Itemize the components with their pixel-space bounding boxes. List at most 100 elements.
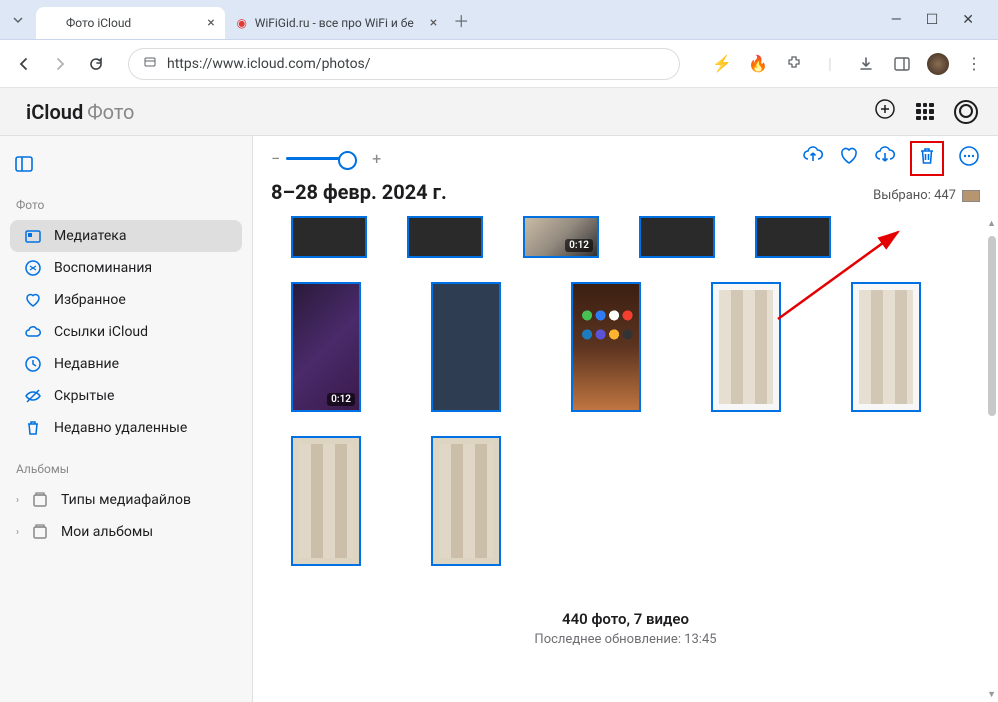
- sidebar-item-my-albums[interactable]: › Мои альбомы: [10, 516, 242, 548]
- library-icon: [24, 227, 42, 245]
- selection-thumb: [962, 190, 980, 202]
- tab-icloud-photos[interactable]: Фото iCloud ×: [36, 7, 225, 39]
- footer-info: 440 фото, 7 видео Последнее обновление: …: [271, 590, 980, 667]
- memories-icon: [24, 259, 42, 277]
- sidebar-label: Недавно удаленные: [54, 420, 187, 436]
- library-count: 440 фото, 7 видео: [271, 610, 980, 628]
- sidebar-item-recently-deleted[interactable]: Недавно удаленные: [10, 412, 242, 444]
- album-icon: [31, 523, 49, 541]
- photo-thumb[interactable]: [291, 436, 361, 566]
- delete-button[interactable]: [910, 141, 944, 176]
- sidebar-label: Ссылки iCloud: [54, 324, 148, 340]
- menu-icon[interactable]: ⋮: [960, 50, 988, 78]
- tab-title: WiFiGid.ru - все про WiFi и бе: [255, 16, 414, 30]
- scroll-thumb[interactable]: [988, 236, 996, 416]
- photo-thumb[interactable]: [291, 216, 367, 258]
- tab-title: Фото iCloud: [66, 16, 131, 30]
- photo-thumb[interactable]: [571, 282, 641, 412]
- ext-icon-1[interactable]: ⚡: [708, 50, 736, 78]
- sidebar-item-hidden[interactable]: Скрытые: [10, 380, 242, 412]
- close-window-button[interactable]: ✕: [962, 12, 974, 28]
- content-area: − + 8–28 февр. 2024 г. Выбрано: 447 0:12: [252, 136, 998, 702]
- app-header: iCloud Фото: [0, 88, 998, 136]
- photo-thumb[interactable]: [407, 216, 483, 258]
- chevron-right-icon: ›: [16, 527, 19, 538]
- divider: |: [816, 50, 844, 78]
- photo-thumb[interactable]: [431, 282, 501, 412]
- sidebar-item-recents[interactable]: Недавние: [10, 348, 242, 380]
- maximize-button[interactable]: ☐: [926, 12, 939, 28]
- content-toolbar: − +: [253, 136, 998, 180]
- video-thumb[interactable]: 0:12: [291, 282, 361, 412]
- video-duration: 0:12: [565, 239, 593, 252]
- sidebar-item-media-types[interactable]: › Типы медиафайлов: [10, 484, 242, 516]
- sidebar-item-favorites[interactable]: Избранное: [10, 284, 242, 316]
- apps-grid-icon[interactable]: [916, 103, 934, 121]
- site-info-icon[interactable]: [143, 55, 157, 73]
- last-updated: Последнее обновление: 13:45: [271, 632, 980, 647]
- clock-icon: [24, 355, 42, 373]
- address-bar[interactable]: https://www.icloud.com/photos/: [128, 48, 680, 80]
- window-controls: — ☐ ✕: [891, 12, 994, 28]
- sidebar-toggle-icon[interactable]: [14, 154, 242, 178]
- more-icon[interactable]: [958, 145, 980, 172]
- sidebar-item-library[interactable]: Медиатека: [10, 220, 242, 252]
- photo-thumb[interactable]: [431, 436, 501, 566]
- reload-button[interactable]: [82, 50, 110, 78]
- forward-button[interactable]: [46, 50, 74, 78]
- sidebar-item-memories[interactable]: Воспоминания: [10, 252, 242, 284]
- ext-icon-2[interactable]: 🔥: [744, 50, 772, 78]
- wifi-favicon: ◉: [235, 16, 249, 30]
- selected-count: Выбрано: 447: [873, 188, 956, 203]
- add-icon[interactable]: [874, 98, 896, 125]
- url-text: https://www.icloud.com/photos/: [167, 56, 371, 72]
- browser-toolbar: https://www.icloud.com/photos/ ⚡ 🔥 | ⋮: [0, 40, 998, 88]
- photo-thumb[interactable]: [711, 282, 781, 412]
- main-area: Фото Медиатека Воспоминания Избранное Сс…: [0, 136, 998, 702]
- zoom-control[interactable]: − +: [271, 149, 381, 168]
- favorite-icon[interactable]: [838, 145, 860, 172]
- account-icon[interactable]: [954, 100, 978, 124]
- zoom-slider[interactable]: [286, 157, 350, 160]
- profile-avatar[interactable]: [924, 50, 952, 78]
- minimize-button[interactable]: —: [891, 12, 902, 28]
- sidebar: Фото Медиатека Воспоминания Избранное Сс…: [0, 136, 252, 702]
- video-thumb[interactable]: 0:12: [523, 216, 599, 258]
- photo-thumb[interactable]: [639, 216, 715, 258]
- photo-grid: 0:12 0:12 440 фото, 7 видео Последнее об…: [253, 216, 998, 702]
- download-icon[interactable]: [874, 145, 896, 172]
- close-tab-icon[interactable]: ×: [420, 15, 437, 31]
- photo-thumb[interactable]: [755, 216, 831, 258]
- sidebar-label: Недавние: [54, 356, 119, 372]
- video-duration: 0:12: [327, 393, 355, 406]
- extensions-icon[interactable]: [780, 50, 808, 78]
- browser-titlebar: Фото iCloud × ◉ WiFiGid.ru - все про WiF…: [0, 0, 998, 40]
- cloud-link-icon: [24, 323, 42, 341]
- download-icon[interactable]: [852, 50, 880, 78]
- content-header: 8–28 февр. 2024 г. Выбрано: 447: [253, 180, 998, 216]
- zoom-out-icon[interactable]: −: [271, 149, 280, 168]
- back-button[interactable]: [10, 50, 38, 78]
- tab-wifigid[interactable]: ◉ WiFiGid.ru - все про WiFi и бе ×: [225, 7, 448, 39]
- sidebar-label: Медиатека: [54, 228, 126, 244]
- new-tab-button[interactable]: ＋: [447, 6, 475, 34]
- sidebar-label: Скрытые: [54, 388, 114, 404]
- chevron-right-icon: ›: [16, 495, 19, 506]
- scrollbar[interactable]: [984, 216, 998, 702]
- zoom-in-icon[interactable]: +: [372, 149, 381, 168]
- sidebar-label: Типы медиафайлов: [61, 492, 191, 508]
- hidden-icon: [24, 387, 42, 405]
- upload-icon[interactable]: [802, 145, 824, 172]
- sidepanel-icon[interactable]: [888, 50, 916, 78]
- app-title: iCloud Фото: [26, 100, 134, 124]
- close-tab-icon[interactable]: ×: [137, 15, 214, 31]
- photo-thumb[interactable]: [851, 282, 921, 412]
- sidebar-label: Воспоминания: [54, 260, 152, 276]
- photo-row: [271, 436, 980, 566]
- selection-info: Выбрано: 447: [873, 188, 980, 203]
- tab-dropdown[interactable]: [4, 6, 32, 34]
- sidebar-item-icloud-links[interactable]: Ссылки iCloud: [10, 316, 242, 348]
- photo-row: 0:12: [271, 282, 980, 412]
- sidebar-label: Избранное: [54, 292, 126, 308]
- heart-icon: [24, 291, 42, 309]
